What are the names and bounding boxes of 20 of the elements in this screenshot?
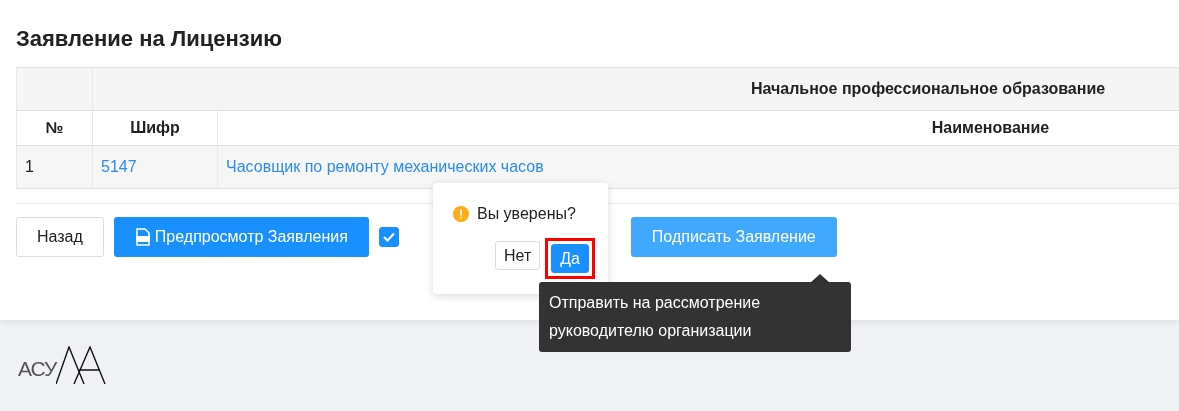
preview-button[interactable]: Предпросмотр Заявления (113, 217, 369, 257)
code-link[interactable]: 5147 (101, 158, 137, 175)
pdf-icon (134, 228, 151, 246)
group-header-cell: Начальное профессиональное образование (92, 67, 1179, 111)
column-header: Шифр (92, 110, 218, 146)
back-button[interactable]: Назад (16, 217, 104, 257)
sign-button[interactable]: Подписать Заявление (630, 217, 837, 257)
column-header: № (16, 110, 93, 146)
name-link[interactable]: Часовщик по ремонту механических часов (226, 158, 544, 175)
yes-button[interactable]: Да (551, 244, 589, 273)
check-icon (382, 232, 395, 242)
warning-icon (453, 206, 469, 222)
confirm-message: Вы уверены? (477, 205, 576, 223)
table-cell: 1 (16, 145, 93, 189)
agree-checkbox[interactable] (378, 227, 399, 247)
column-header: Наименование (217, 110, 1179, 146)
page-title: Заявление на Лицензию (16, 26, 284, 52)
logo-text: АСУ (18, 358, 57, 379)
tooltip: Отправить на рассмотрение руководителю организации (539, 282, 851, 352)
no-button[interactable]: Нет (495, 241, 541, 270)
